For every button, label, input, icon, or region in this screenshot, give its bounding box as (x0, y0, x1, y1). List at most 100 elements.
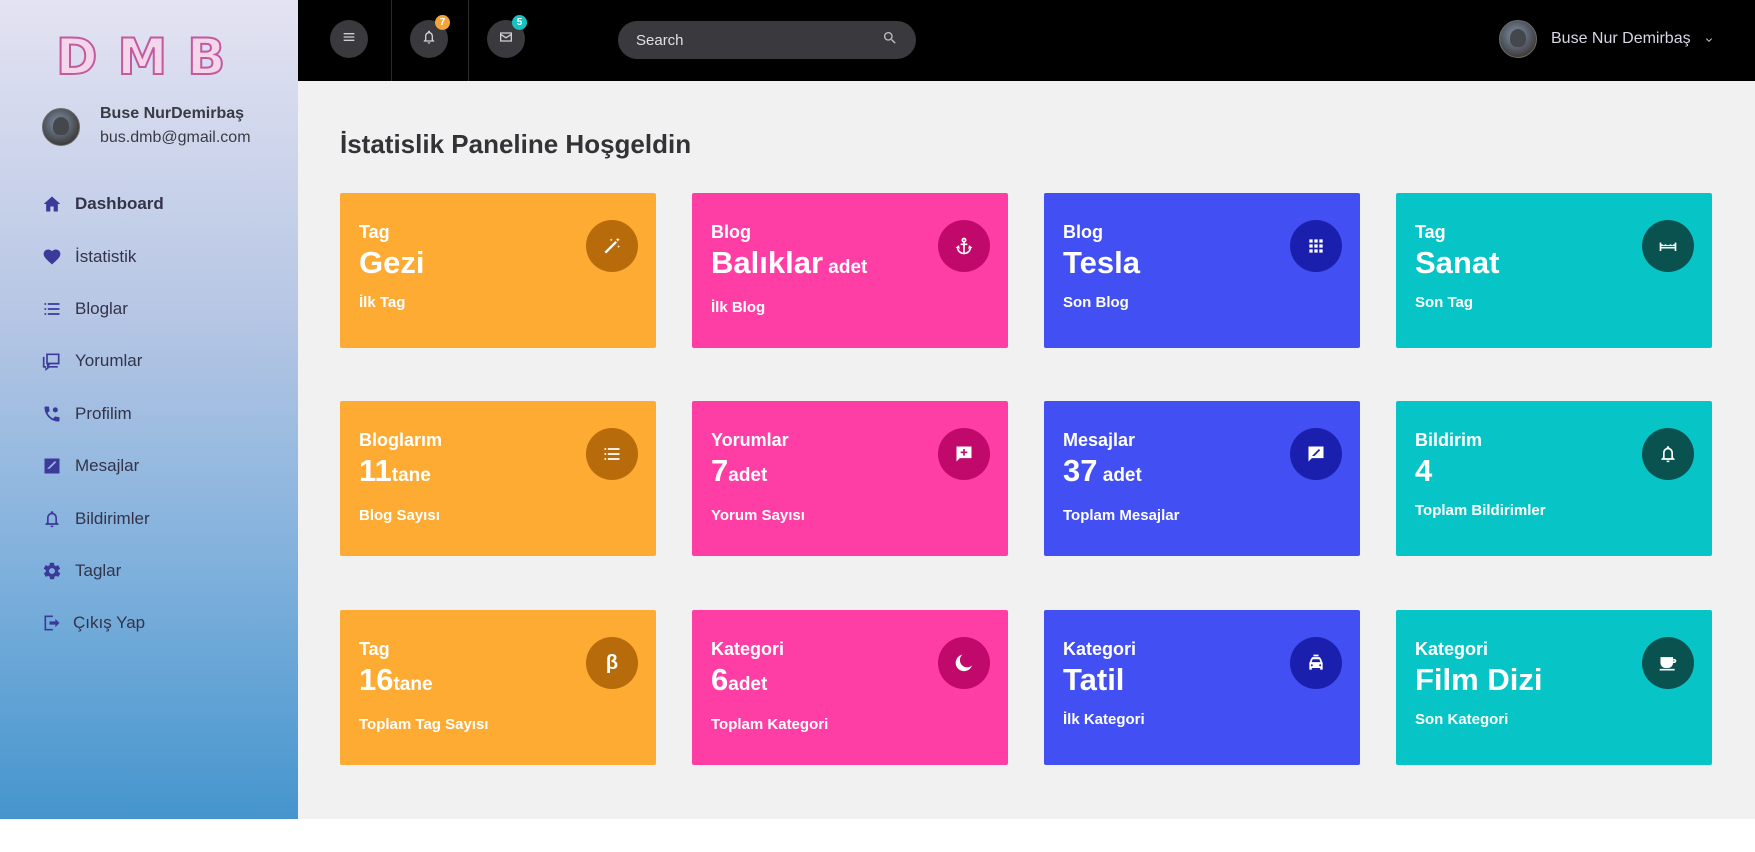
stat-card[interactable]: Blog Tesla Son Blog (1044, 193, 1360, 348)
search-input[interactable] (636, 31, 882, 49)
sidebar-item-logout[interactable]: Çıkış Yap (40, 597, 164, 649)
stat-card-subtitle: İlk Kategori (1063, 711, 1145, 728)
sidebar-item-taglar[interactable]: Taglar (40, 545, 164, 597)
stat-card[interactable]: Kategori Film Dizi Son Kategori (1396, 610, 1712, 765)
list-icon (40, 297, 64, 321)
moon-icon (938, 637, 990, 689)
messages-badge: 5 (512, 15, 527, 30)
message-icon (1290, 428, 1342, 480)
taxi-icon (1290, 637, 1342, 689)
search-bar (618, 21, 916, 59)
stat-card[interactable]: Yorumlar 7adet Yorum Sayısı (692, 401, 1008, 556)
logo[interactable]: D M B (55, 28, 226, 86)
stat-card-subtitle: Blog Sayısı (359, 507, 440, 524)
sidebar-item-label: Mesajlar (75, 456, 140, 476)
stat-card[interactable]: Blog Balıklar adet İlk Blog (692, 193, 1008, 348)
sidebar-item-label: Taglar (75, 560, 122, 580)
stat-card-value: Gezi (359, 245, 425, 280)
stat-card-subtitle: Yorum Sayısı (711, 507, 805, 524)
stat-card[interactable]: Kategori 6adet Toplam Kategori (692, 610, 1008, 765)
page-title: İstatislik Paneline Hoşgeldin (340, 129, 692, 159)
stat-card-value: Sanat (1415, 245, 1500, 280)
logo-letter-b: B (186, 28, 226, 86)
notifications-badge: 7 (435, 15, 450, 30)
stat-card-value: Balıklar (711, 245, 824, 280)
stat-card-unit: adet (728, 674, 768, 695)
coffee-icon (1642, 637, 1694, 689)
topbar: 7 5 Buse Nur Demirbaş (298, 0, 1755, 81)
stat-card-subtitle: Toplam Kategori (711, 716, 829, 733)
bell-icon (1642, 428, 1694, 480)
user-name: Buse Nur Demirbaş (1551, 30, 1691, 47)
stat-card-unit: tane (393, 674, 433, 695)
logo-letter-d: D (55, 28, 98, 86)
stat-card-value: 11 (359, 453, 392, 488)
stat-card-value: 6 (711, 662, 729, 697)
stat-card-value: 4 (1415, 453, 1433, 488)
mail-icon (498, 29, 514, 50)
sidebar-item-bloglar[interactable]: Bloglar (40, 283, 164, 335)
stat-card-unit: adet (1097, 465, 1142, 486)
sidebar-item-label: Bildirimler (75, 508, 150, 528)
main-content: İstatislik Paneline Hoşgeldin Tag Gezi İlk… (298, 81, 1755, 819)
stat-card[interactable]: Tag Sanat Son Tag (1396, 193, 1712, 348)
sidebar-item-bildirimler[interactable]: Bildirimler (40, 492, 164, 544)
message-icon (40, 454, 64, 478)
sidebar-item-istatistik[interactable]: İstatistik (40, 230, 164, 282)
app: D M B Buse NurDemirbaş bus.dmb@gmail.com… (0, 0, 1755, 819)
stat-card-subtitle: İlk Blog (711, 299, 766, 316)
topbar-divider (391, 0, 392, 81)
stat-card-subtitle: Son Kategori (1415, 711, 1509, 728)
sidebar-item-label: Profilim (75, 403, 132, 423)
sidebar-item-label: Bloglar (75, 298, 128, 318)
hamburger-icon (341, 29, 357, 50)
sidebar-item-dashboard[interactable]: Dashboard (40, 178, 164, 230)
stat-card-value: 7 (711, 453, 729, 488)
logout-icon (40, 611, 64, 635)
avatar (42, 107, 80, 146)
stat-card-unit: tane (391, 465, 431, 486)
phone-icon (40, 402, 64, 426)
stat-card-subtitle: Son Tag (1415, 294, 1474, 311)
stat-card[interactable]: Mesajlar 37 adet Toplam Mesajlar (1044, 401, 1360, 556)
stat-card-value: Tatil (1063, 662, 1125, 697)
sidebar-item-yorumlar[interactable]: Yorumlar (40, 335, 164, 387)
stat-card[interactable]: Tag 16tane Toplam Tag Sayısı β (340, 610, 656, 765)
stat-card-subtitle: Son Blog (1063, 294, 1129, 311)
sidebar-item-label: Yorumlar (75, 351, 143, 371)
topbar-divider (468, 0, 469, 81)
magic-wand-icon (586, 220, 638, 272)
search-icon[interactable] (882, 30, 898, 51)
bridge-icon (1642, 220, 1694, 272)
home-icon (40, 192, 64, 216)
sidebar-nav: Dashboard İstatistik Bloglar Yorumlar Pr… (40, 178, 164, 650)
sidebar-item-label: Çıkış Yap (73, 613, 146, 633)
profile-email: bus.dmb@gmail.com (100, 129, 251, 146)
sidebar-profile: Buse NurDemirbaş bus.dmb@gmail.com (42, 103, 251, 150)
stat-card-unit: adet (728, 465, 768, 486)
sidebar-item-label: İstatistik (75, 246, 137, 266)
menu-toggle-button[interactable] (330, 20, 368, 58)
bell-icon (40, 507, 64, 531)
gear-icon (40, 559, 64, 583)
stat-card-value: Tesla (1063, 245, 1140, 280)
stat-card[interactable]: Bildirim 4 Toplam Bildirimler (1396, 401, 1712, 556)
stat-card-subtitle: Toplam Bildirimler (1415, 502, 1546, 519)
stat-card-value: Film Dizi (1415, 662, 1543, 697)
sidebar-item-mesajlar[interactable]: Mesajlar (40, 440, 164, 492)
notifications-button[interactable]: 7 (410, 15, 450, 58)
grid-icon (1290, 220, 1342, 272)
stat-card-subtitle: Toplam Mesajlar (1063, 507, 1180, 524)
list-icon (586, 428, 638, 480)
heart-icon (40, 245, 64, 269)
stat-card[interactable]: Bloglarım 11tane Blog Sayısı (340, 401, 656, 556)
bell-icon (421, 29, 437, 50)
user-menu[interactable]: Buse Nur Demirbaş (1499, 20, 1715, 58)
stat-card-subtitle: İlk Tag (359, 294, 406, 311)
stat-card[interactable]: Kategori Tatil İlk Kategori (1044, 610, 1360, 765)
sidebar-item-profilim[interactable]: Profilim (40, 388, 164, 440)
messages-button[interactable]: 5 (487, 15, 527, 58)
sidebar-item-label: Dashboard (75, 194, 164, 214)
stat-card[interactable]: Tag Gezi İlk Tag (340, 193, 656, 348)
chevron-down-icon (1703, 33, 1715, 45)
